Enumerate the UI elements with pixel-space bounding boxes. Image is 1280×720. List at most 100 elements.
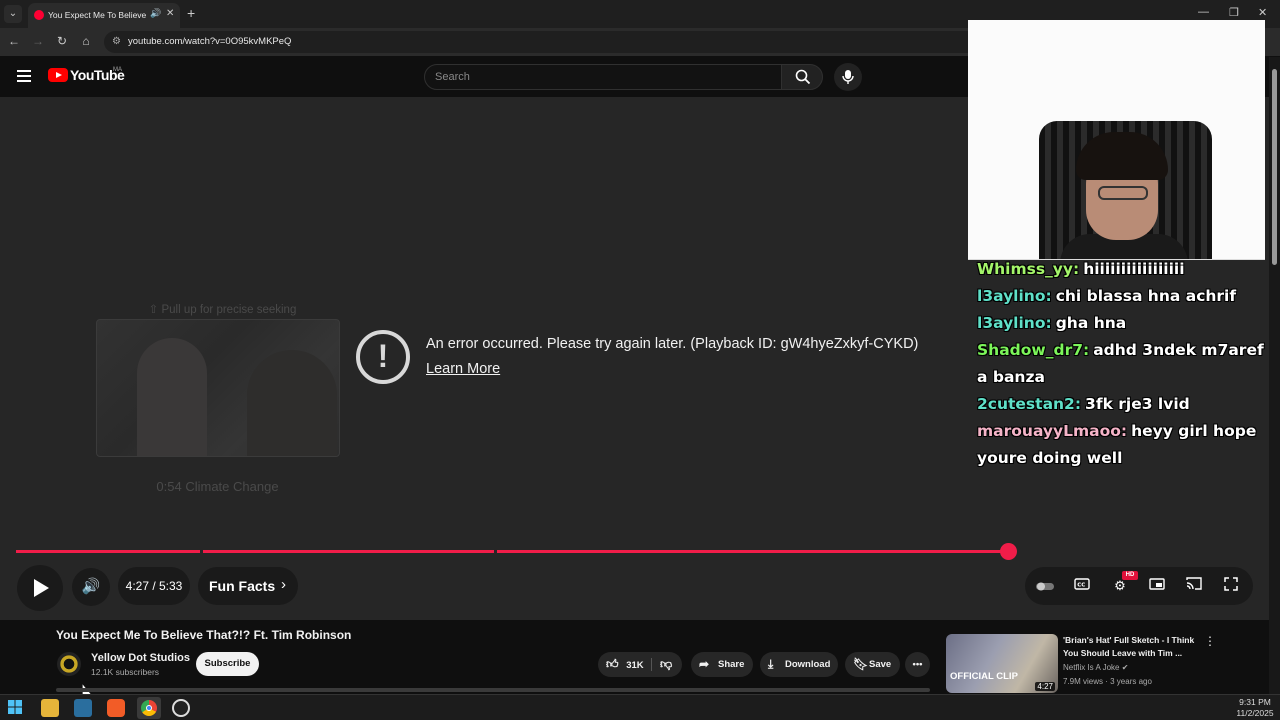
- download-icon: ⤓: [768, 657, 774, 671]
- seek-preview-caption: 0:54 Climate Change: [156, 479, 279, 494]
- page-scrollbar[interactable]: [1269, 57, 1280, 694]
- chat-username: Whimss_yy:: [977, 260, 1080, 278]
- time-display: 4:27 / 5:33: [118, 567, 190, 605]
- chat-username: 2cutestan2:: [977, 395, 1082, 413]
- svg-text:CC: CC: [1077, 583, 1085, 589]
- like-button[interactable]: 👍︎ 31K: [606, 652, 652, 678]
- back-icon[interactable]: ←: [6, 34, 22, 48]
- chrome-icon[interactable]: [137, 697, 161, 719]
- subscribe-button[interactable]: Subscribe: [196, 652, 259, 676]
- description-box-edge: [56, 688, 930, 692]
- save-label: Save: [869, 659, 892, 670]
- windows-start-icon[interactable]: [8, 700, 24, 716]
- url-text: youtube.com/watch?v=0O95kvMKPeQ: [128, 36, 292, 47]
- chat-message: l3aylino: chi blassa hna achrif: [977, 283, 1267, 310]
- country-code: MA: [113, 67, 122, 73]
- home-icon[interactable]: ⌂: [78, 34, 94, 48]
- forward-icon[interactable]: →: [30, 34, 46, 48]
- subscriber-count: 12.1K subscribers: [91, 667, 160, 677]
- chat-message: Shadow_dr7: adhd 3ndek m7aref a banza: [977, 337, 1267, 391]
- close-tab-icon[interactable]: ✕: [166, 8, 174, 19]
- thumbs-down-icon[interactable]: 👎︎: [660, 652, 672, 677]
- voice-search-button[interactable]: [834, 63, 862, 91]
- file-explorer-icon[interactable]: [41, 699, 59, 717]
- chat-message: Whimss_yy: hiiiiiiiiiiiiiiiii: [977, 256, 1267, 283]
- right-controls: CC ⚙: [1025, 567, 1253, 605]
- channel-avatar[interactable]: [57, 652, 81, 676]
- error-message: An error occurred. Please try again late…: [426, 336, 919, 352]
- progress-bar[interactable]: [16, 550, 1009, 553]
- recommended-channel[interactable]: Netflix Is A Joke ✔: [1063, 663, 1128, 672]
- autoplay-toggle[interactable]: [1036, 577, 1054, 595]
- video-duration: 4:27: [1035, 682, 1055, 691]
- obs-studio-icon[interactable]: [172, 699, 190, 717]
- like-count: 31K: [626, 660, 644, 671]
- tab-search-icon[interactable]: ⌄: [4, 5, 22, 23]
- search-input[interactable]: Search: [424, 64, 782, 90]
- clock-date: 11/2/2025: [1236, 708, 1274, 718]
- seek-preview-thumbnail: [96, 319, 340, 457]
- chat-text: gha hna: [1055, 314, 1127, 332]
- search-placeholder: Search: [435, 71, 470, 83]
- menu-icon[interactable]: [17, 70, 31, 85]
- new-tab-button[interactable]: +: [187, 5, 195, 21]
- miniplayer-icon[interactable]: [1148, 577, 1166, 595]
- stream-chat-overlay: Whimss_yy: hiiiiiiiiiiiiiiiii l3aylino: chi…: [977, 256, 1267, 472]
- more-vert-icon[interactable]: ⋮: [1204, 634, 1216, 648]
- chat-text: 3fk rje3 lvid: [1085, 395, 1190, 413]
- chapter-button[interactable]: Fun Facts ›: [198, 567, 298, 605]
- browser-tab[interactable]: You Expect Me To Believe That?!? Ft. Tim…: [28, 3, 180, 28]
- play-button[interactable]: [17, 565, 63, 611]
- share-label: Share: [718, 659, 745, 670]
- chat-text: hiiiiiiiiiiiiiiiii: [1083, 260, 1185, 278]
- site-info-icon[interactable]: ⚙: [112, 36, 121, 47]
- captions-icon[interactable]: CC: [1073, 577, 1091, 595]
- clock-time: 9:31 PM: [1239, 697, 1271, 707]
- chat-message: 2cutestan2: 3fk rje3 lvid: [977, 391, 1267, 418]
- more-actions-icon[interactable]: •••: [905, 652, 930, 677]
- chapter-segment: [203, 550, 494, 553]
- scrubber-handle[interactable]: [1000, 543, 1017, 560]
- chapter-title: Fun Facts: [209, 578, 276, 594]
- fullscreen-icon[interactable]: [1222, 577, 1240, 595]
- restore-icon[interactable]: ❐: [1229, 6, 1239, 19]
- recommended-title[interactable]: 'Brian's Hat' Full Sketch - I Think You …: [1063, 634, 1203, 660]
- brave-browser-icon[interactable]: [107, 699, 125, 717]
- thumbnail-overlay-text: OFFICIAL CLIP: [950, 671, 1018, 682]
- chapter-segment: [16, 550, 200, 553]
- learn-more-link[interactable]: Learn More: [426, 361, 500, 377]
- address-bar[interactable]: ⚙ youtube.com/watch?v=0O95kvMKPeQ: [104, 31, 984, 53]
- chat-message: l3aylino: gha hna: [977, 310, 1267, 337]
- thumbs-up-icon: 👍︎: [606, 657, 619, 671]
- reload-icon[interactable]: ↻: [54, 34, 70, 48]
- chapter-segment: [497, 550, 1009, 553]
- app-icon[interactable]: [74, 699, 92, 717]
- taskbar-clock[interactable]: 9:31 PM 11/2/2025: [1232, 697, 1278, 719]
- audio-playing-icon[interactable]: 🔊: [150, 8, 161, 19]
- hd-badge: HD: [1122, 571, 1138, 580]
- youtube-logo-icon[interactable]: [48, 68, 68, 82]
- share-icon: ➦: [699, 657, 710, 671]
- chat-text: chi blassa hna achrif: [1055, 287, 1237, 305]
- chat-username: l3aylino:: [977, 314, 1052, 332]
- bookmark-icon: 🔖︎: [853, 657, 869, 671]
- youtube-favicon-icon: [34, 10, 44, 20]
- close-window-icon[interactable]: ✕: [1258, 6, 1267, 19]
- share-button[interactable]: ➦ Share: [691, 652, 753, 677]
- download-button[interactable]: ⤓ Download: [760, 652, 838, 677]
- cast-icon[interactable]: [1185, 577, 1203, 595]
- video-title: You Expect Me To Believe That?!? Ft. Tim…: [56, 628, 352, 642]
- like-dislike-group: 👍︎ 31K 👎︎: [598, 652, 682, 677]
- chat-username: marouayyLmaoo:: [977, 422, 1128, 440]
- windows-taskbar: 9:31 PM 11/2/2025: [0, 694, 1280, 720]
- download-label: Download: [785, 659, 831, 670]
- chat-message: marouayyLmaoo: heyy girl hope youre doing…: [977, 418, 1267, 472]
- minimize-icon[interactable]: —: [1198, 6, 1209, 18]
- channel-name[interactable]: Yellow Dot Studios: [91, 652, 190, 664]
- save-button[interactable]: 🔖︎ Save: [845, 652, 900, 677]
- chat-username: l3aylino:: [977, 287, 1052, 305]
- search-button[interactable]: [781, 64, 823, 90]
- volume-icon[interactable]: 🔊: [72, 568, 110, 606]
- error-icon: !: [356, 330, 410, 384]
- recommended-thumbnail[interactable]: OFFICIAL CLIP 4:27: [946, 634, 1058, 693]
